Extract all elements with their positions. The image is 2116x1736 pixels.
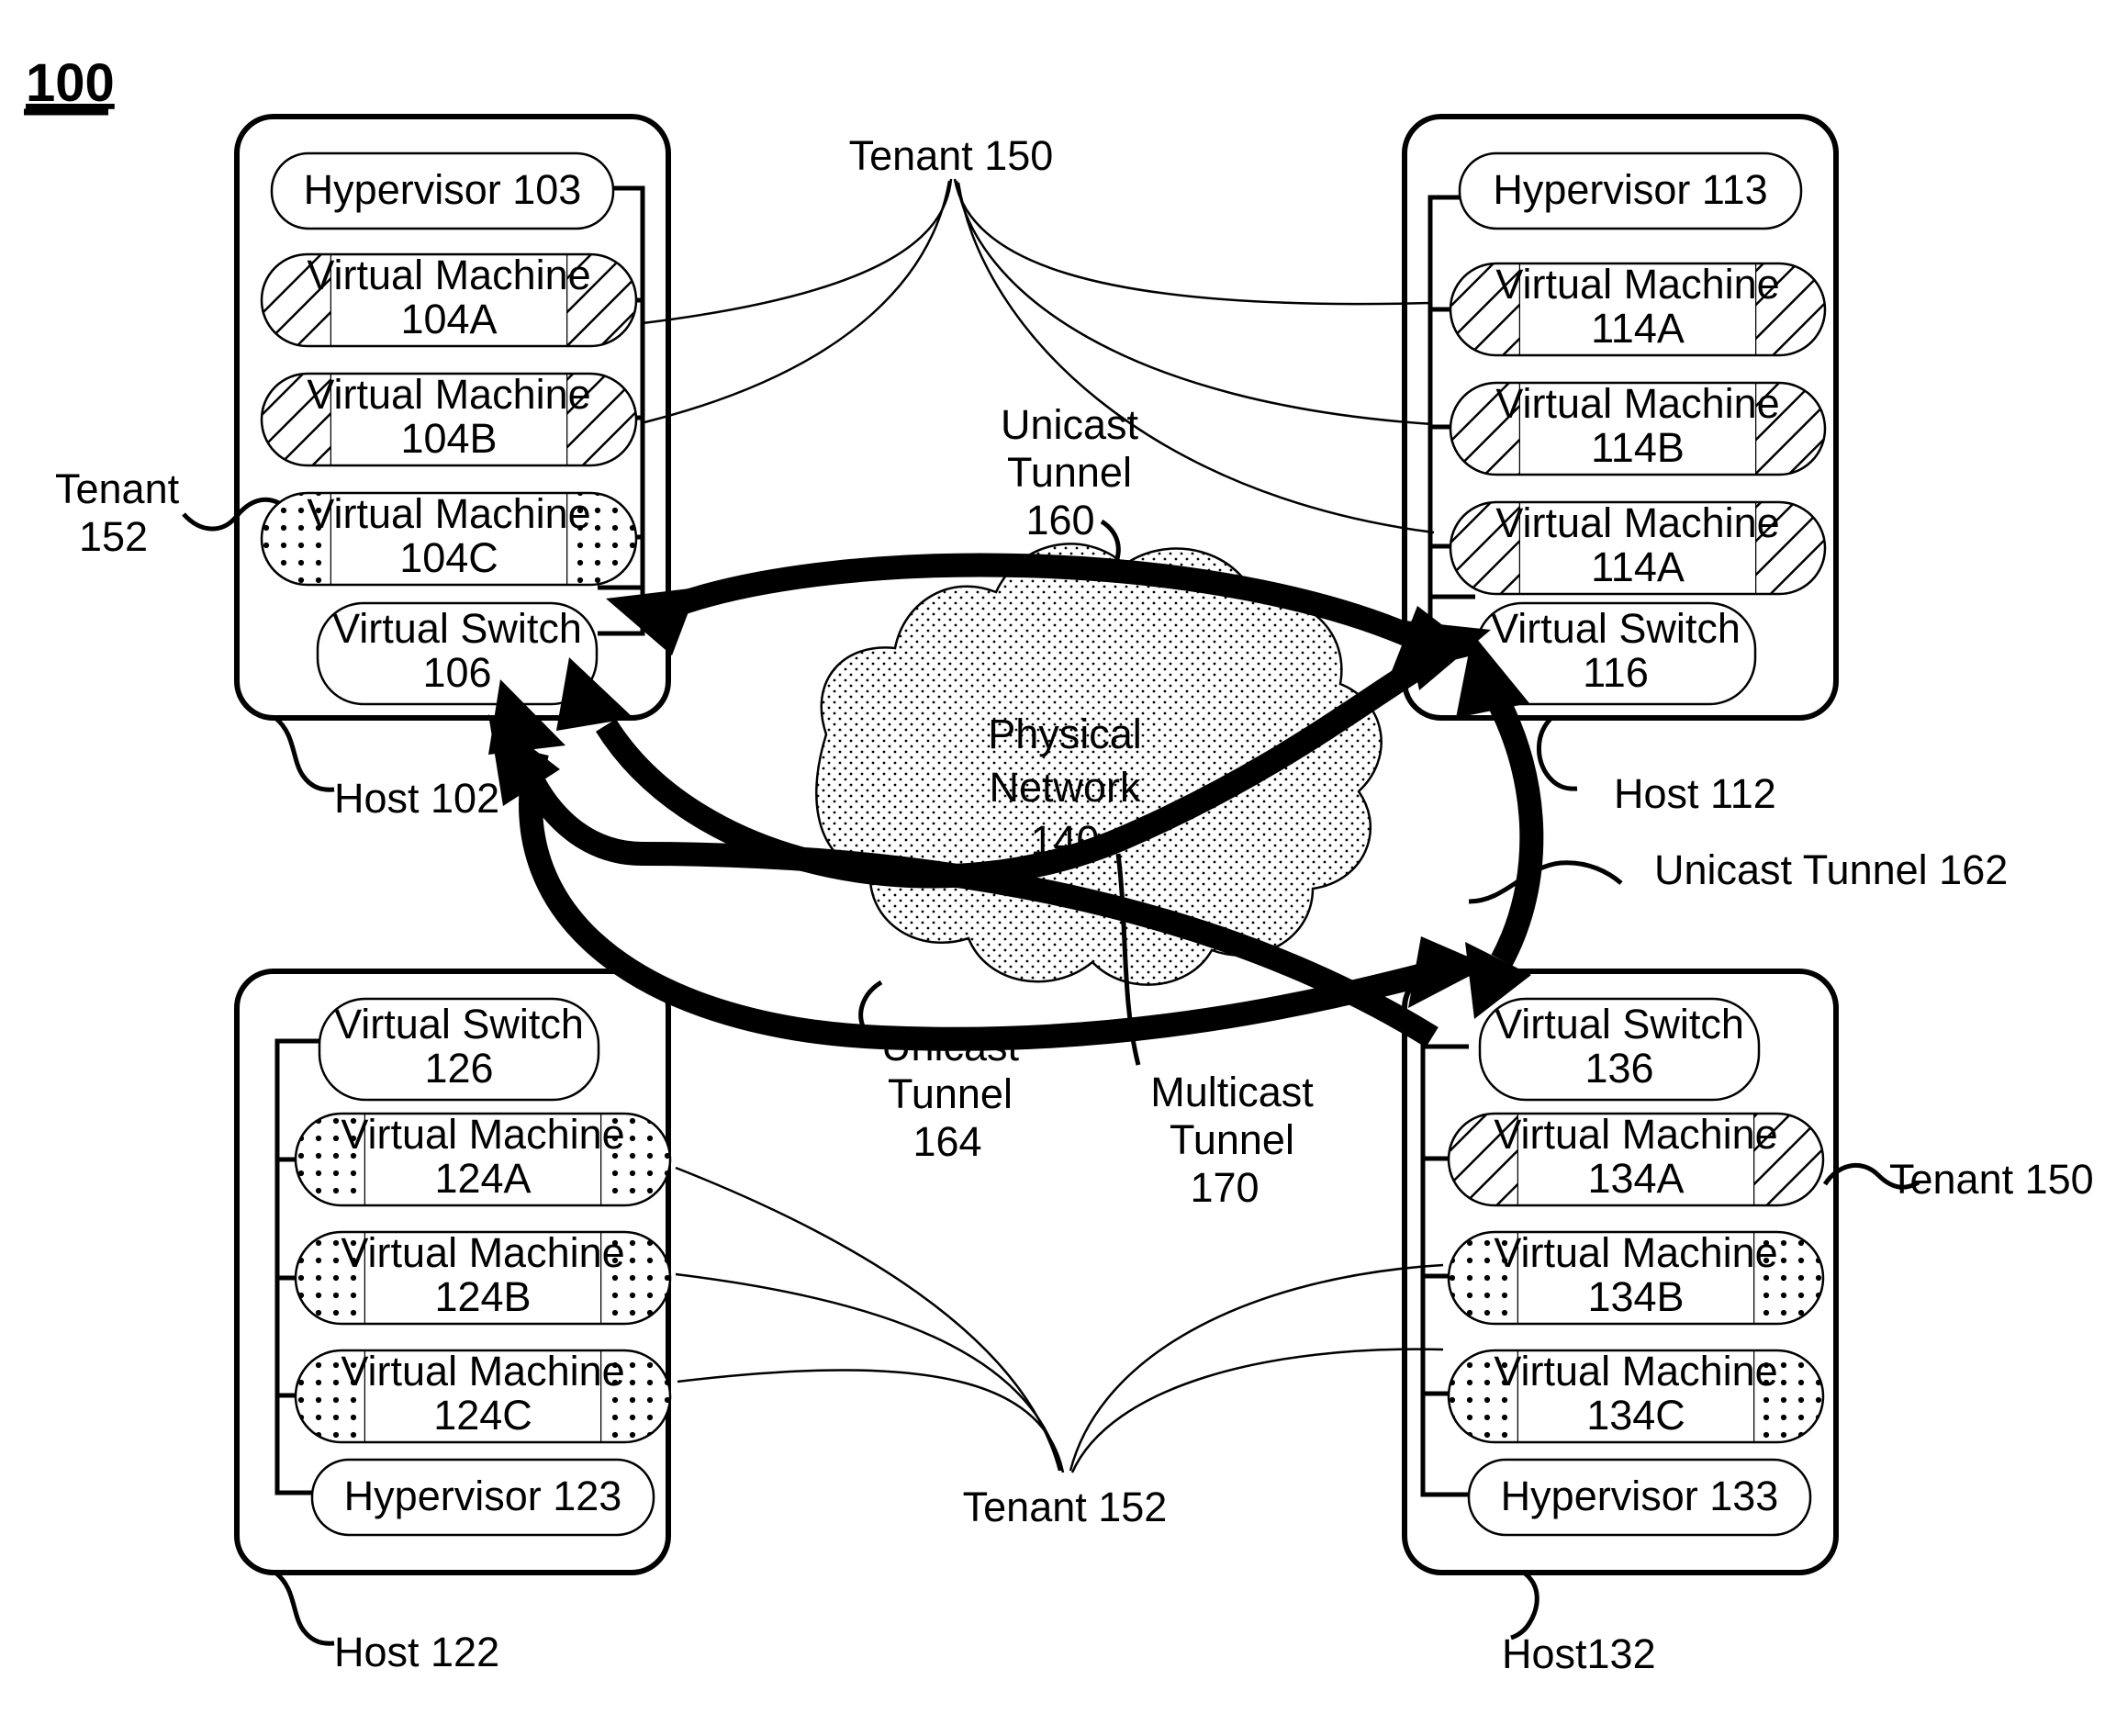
vm-124C-title: Virtual Machine [341, 1348, 624, 1394]
tenant-152-left-line1: Tenant [55, 465, 180, 512]
unicast-164-line3: 164 [912, 1118, 981, 1165]
physical-network-line2: Network [989, 764, 1141, 811]
tenant-152-left-line2: 152 [79, 513, 148, 560]
vm-124A-group[interactable]: Virtual Machine 124A [294, 1111, 672, 1207]
tenant-152-bottom-label: Tenant 152 [963, 1484, 1168, 1530]
vm-104A-group[interactable]: Virtual Machine 104A [260, 252, 638, 348]
vm-104A-title: Virtual Machine [307, 252, 590, 298]
host-132-label: Host132 [1502, 1630, 1656, 1677]
vm-134C-id: 134C [1586, 1392, 1685, 1439]
unicast-160-line2: Tunnel [1007, 449, 1132, 496]
tenant-150-right-label: Tenant 150 [1889, 1156, 2094, 1203]
host-102-leader [274, 716, 335, 792]
hypervisor-133-label: Hypervisor 133 [1501, 1473, 1779, 1519]
tenant-150-top-label: Tenant 150 [849, 132, 1054, 179]
virtual-switch-136-id: 136 [1584, 1045, 1653, 1092]
tenant-152-bottom-leaders [675, 1166, 1444, 1473]
host-122-leader [274, 1571, 335, 1646]
unicast-164-line1: Unicast [881, 1023, 1020, 1070]
multicast-170-line3: 170 [1190, 1164, 1259, 1211]
unicast-164-line2: Tunnel [888, 1070, 1013, 1117]
host-122-label: Host 122 [334, 1629, 499, 1675]
patent-figure-100: 100 Hypervisor 103 Virtual Machine 104A … [0, 0, 2116, 1736]
virtual-switch-136-title: Virtual Switch [1495, 1001, 1744, 1047]
unicast-160-line1: Unicast [1001, 401, 1139, 448]
virtual-switch-116-title: Virtual Switch [1491, 605, 1741, 652]
host-122-group[interactable]: Virtual Switch 126 Virtual Machine 124A … [234, 969, 672, 1675]
vm-124C-id: 124C [433, 1392, 532, 1439]
vm-134A-group[interactable]: Virtual Machine 134A [1447, 1111, 1825, 1207]
multicast-170-line1: Multicast [1150, 1069, 1314, 1115]
figure-number: 100 [26, 53, 115, 113]
host-102-label: Host 102 [334, 775, 499, 822]
unicast-164-leader [858, 980, 883, 1032]
virtual-switch-126-title: Virtual Switch [334, 1001, 584, 1047]
host-132-group[interactable]: Virtual Switch 136 Virtual Machine 134A … [1402, 969, 1839, 1677]
virtual-switch-116-id: 116 [1583, 649, 1649, 696]
unicast-162-leader [1468, 860, 1623, 904]
hypervisor-103-label: Hypervisor 103 [304, 166, 582, 213]
vm-114B-group[interactable]: Virtual Machine 114B [1449, 380, 1827, 476]
multicast-170-line2: Tunnel [1170, 1116, 1294, 1163]
vm-114A-group[interactable]: Virtual Machine 114A [1449, 261, 1827, 357]
vm-124A-title: Virtual Machine [341, 1111, 624, 1158]
vm-104A-id: 104A [400, 296, 497, 342]
hypervisor-113-label: Hypervisor 113 [1493, 166, 1767, 213]
unicast-162-label: Unicast Tunnel 162 [1654, 846, 2008, 893]
vm-124B-id: 124B [434, 1273, 531, 1320]
virtual-switch-126-id: 126 [424, 1045, 493, 1092]
figure-canvas: 100 Hypervisor 103 Virtual Machine 104A … [24, 53, 2094, 1677]
vm-104B-title: Virtual Machine [307, 371, 590, 418]
vm-114A-id: 114A [1591, 305, 1685, 352]
vm-124A-id: 124A [434, 1155, 531, 1202]
hypervisor-123-label: Hypervisor 123 [344, 1473, 622, 1519]
virtual-switch-106-id: 106 [422, 649, 491, 696]
vm-114B-id: 114B [1591, 424, 1685, 471]
vm-134A-id: 134A [1587, 1155, 1684, 1202]
vm-124B-group[interactable]: Virtual Machine 124B [294, 1229, 672, 1326]
unicast-tunnel-160-head-left [606, 588, 698, 655]
vm-124C-group[interactable]: Virtual Machine 124C [294, 1348, 672, 1444]
vm-134B-id: 134B [1587, 1273, 1684, 1320]
vm-134B-title: Virtual Machine [1494, 1229, 1777, 1276]
host-132-leader [1510, 1571, 1539, 1641]
vm-134B-group[interactable]: Virtual Machine 134B [1447, 1229, 1825, 1326]
physical-network-line1: Physical [988, 711, 1142, 757]
vm-104C-title: Virtual Machine [307, 490, 590, 537]
vm-124B-title: Virtual Machine [341, 1229, 624, 1276]
virtual-switch-106-title: Virtual Switch [332, 605, 582, 652]
vm-114A-2-title: Virtual Machine [1495, 499, 1779, 546]
vm-104B-id: 104B [400, 415, 497, 462]
vm-134C-title: Virtual Machine [1494, 1348, 1777, 1394]
vm-134A-title: Virtual Machine [1494, 1111, 1777, 1158]
host-112-leader [1536, 716, 1578, 791]
vm-114B-title: Virtual Machine [1495, 380, 1779, 427]
vm-114A-title: Virtual Machine [1495, 261, 1779, 308]
vm-104B-group[interactable]: Virtual Machine 104B [260, 371, 638, 467]
host-112-label: Host 112 [1614, 770, 1776, 817]
vm-104C-id: 104C [399, 534, 498, 581]
vm-134C-group[interactable]: Virtual Machine 134C [1447, 1348, 1825, 1444]
vm-104C-group[interactable]: Virtual Machine 104C [260, 490, 638, 587]
vm-114A-2-group[interactable]: Virtual Machine 114A [1449, 499, 1827, 596]
vm-114A-2-id: 114A [1591, 543, 1685, 590]
unicast-160-line3: 160 [1025, 497, 1094, 543]
